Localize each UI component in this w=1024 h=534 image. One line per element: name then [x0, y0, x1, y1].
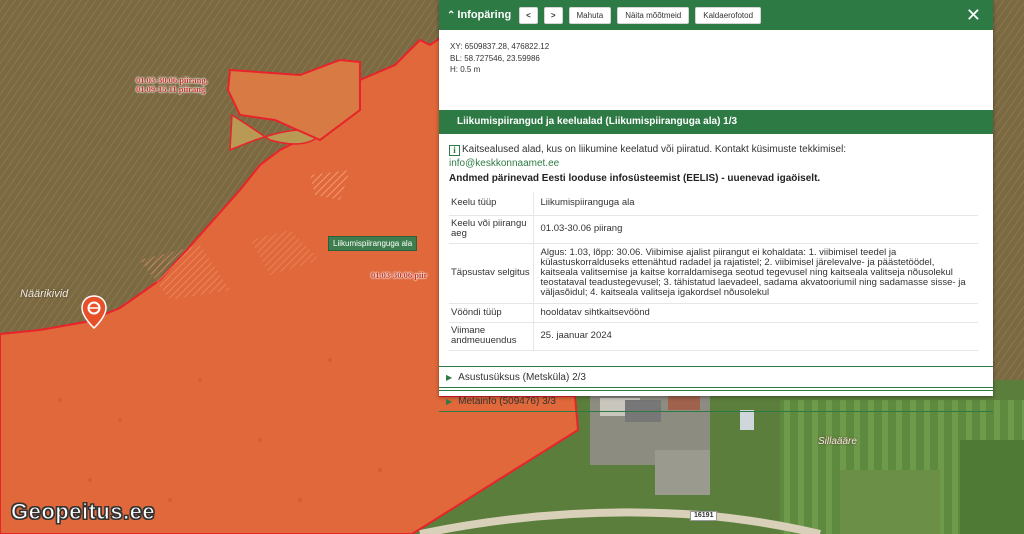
triangle-right-icon: ▶	[446, 372, 453, 382]
table-row: Vööndi tüüp hooldatav sihtkaitsevöönd	[449, 303, 978, 323]
attr-key: Täpsustav selgitus	[449, 243, 534, 304]
close-icon[interactable]: ✕	[966, 5, 981, 25]
attr-key: Vööndi tüüp	[449, 303, 534, 323]
info-text: Kaitsealused alad, kus on liikumine keel…	[462, 144, 847, 155]
coords-xy: XY: 6509837.28, 476822.12	[450, 42, 550, 51]
attr-key: Keelu või piirangu aeg	[449, 215, 534, 244]
section-label: Metainfo (509476) 3/3	[458, 395, 556, 407]
attr-value: 25. jaanuar 2024	[533, 322, 978, 351]
panel-header: ⌃ Infopäring < > Mahuta Näita mõõtmeid K…	[439, 0, 993, 30]
zone-label-1-line2: 01.09-15.11 piirang	[136, 84, 206, 94]
prev-button[interactable]: <	[519, 6, 538, 24]
chevron-up-icon[interactable]: ⌃	[447, 10, 455, 21]
attr-key: Viimane andmeuuendus	[449, 322, 534, 351]
panel-title[interactable]: ⌃ Infopäring	[447, 9, 511, 21]
table-row: Keelu või piirangu aeg 01.03-30.06 piira…	[449, 215, 978, 244]
show-measurements-button[interactable]: Näita mõõtmeid	[617, 6, 690, 24]
brand-logo: Geopeitus.ee	[10, 499, 156, 525]
info-icon: i	[449, 145, 460, 156]
restrictions-body: i Kaitsealused alad, kus on liikumine kee…	[439, 134, 993, 366]
attributes-table: Keelu tüüp Liikumispiiranguga ala Keelu …	[449, 192, 978, 351]
contact-email-link[interactable]: info@keskkonnaamet.ee	[449, 156, 979, 172]
coords-h: H: 0.5 m	[450, 65, 481, 74]
data-source-note: Andmed pärinevad Eesti looduse infosüste…	[449, 173, 821, 184]
section-header-restrictions[interactable]: Liikumispiirangud ja keelualad (Liikumis…	[439, 110, 993, 134]
attr-key: Keelu tüüp	[449, 192, 534, 216]
section-label: Asustusüksus (Metsküla) 2/3	[458, 371, 586, 383]
attr-value: Algus: 1.03, lõpp: 30.06. Viibimise ajal…	[533, 243, 978, 304]
next-button[interactable]: >	[543, 6, 563, 24]
coords-bl: BL: 58.727546, 23.59986	[450, 53, 540, 63]
zone-label-1: 01.03-30.06 piirang, 01.09-15.11 piirang	[136, 76, 208, 94]
attr-value: Liikumispiiranguga ala	[533, 192, 978, 216]
triangle-right-icon: ▶	[446, 396, 453, 406]
coordinates-block: XY: 6509837.28, 476822.12 BL: 58.727546,…	[439, 30, 993, 110]
location-pin-icon[interactable]	[81, 295, 107, 329]
place-label-sillaaare: Sillaääre	[818, 436, 857, 447]
info-panel: ⌃ Infopäring < > Mahuta Näita mõõtmeid K…	[439, 0, 993, 412]
table-row: Täpsustav selgitus Algus: 1.03, lõpp: 30…	[449, 243, 978, 304]
section-header-metainfo[interactable]: ▶ Metainfo (509476) 3/3	[439, 390, 993, 412]
road-number-label: 16191	[690, 511, 718, 521]
attr-value: 01.03-30.06 piirang	[533, 215, 978, 244]
map-feature-tooltip: Liikumispiiranguga ala	[328, 236, 418, 251]
panel-title-text: Infopäring	[457, 9, 512, 21]
table-row: Viimane andmeuuendus 25. jaanuar 2024	[449, 322, 978, 351]
place-label-naarikivid: Näärikivid	[20, 288, 69, 300]
zone-label-2: 01.03-30.06 piir	[371, 270, 428, 280]
info-description: i Kaitsealused alad, kus on liikumine kee…	[449, 144, 979, 156]
oblique-photos-button[interactable]: Kaldaerofotod	[695, 6, 762, 24]
section-header-settlement[interactable]: ▶ Asustusüksus (Metsküla) 2/3	[439, 366, 993, 388]
attr-value: hooldatav sihtkaitsevöönd	[533, 303, 978, 323]
table-row: Keelu tüüp Liikumispiiranguga ala	[449, 192, 978, 216]
fit-button[interactable]: Mahuta	[568, 6, 612, 24]
